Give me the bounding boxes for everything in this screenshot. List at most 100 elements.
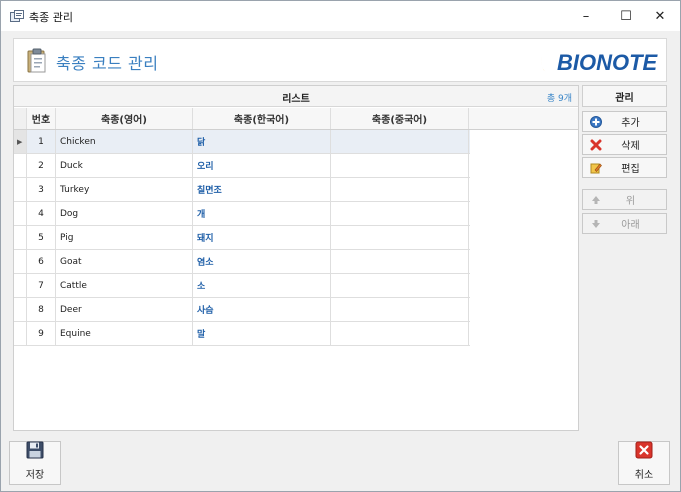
edit-icon (583, 162, 609, 174)
app-icon (10, 10, 24, 22)
cell-korean[interactable]: 칠면조 (193, 178, 331, 201)
clipboard-icon (27, 48, 46, 73)
cell-english[interactable]: Deer (56, 298, 193, 321)
arrow-down-icon (583, 219, 609, 229)
bionote-logo: BIONOTE (540, 49, 659, 75)
cell-english[interactable]: Equine (56, 322, 193, 345)
window: 축종 관리 – ☐ ✕ 축종 코드 관리 BIONOTE 리스트 총 9개 번호… (0, 0, 681, 492)
cell-chinese[interactable] (331, 298, 469, 321)
edit-button[interactable]: 편집 (582, 157, 667, 178)
total-count: 총 9개 (546, 94, 572, 104)
cancel-label: 취소 (634, 470, 654, 481)
move-down-label: 아래 (621, 220, 640, 231)
add-button-label: 추가 (621, 118, 640, 129)
save-label: 저장 (25, 470, 45, 481)
row-selector[interactable]: ▶ (14, 130, 27, 153)
cell-korean[interactable]: 오리 (193, 154, 331, 177)
species-grid: 번호 축종(영어) 축종(한국어) 축종(중국어) ▶ 1 Chicken 닭 … (14, 108, 470, 346)
cell-korean[interactable]: 사슴 (193, 298, 331, 321)
cell-english[interactable]: Goat (56, 250, 193, 273)
delete-button-label: 삭제 (621, 141, 640, 152)
list-panel: 리스트 총 9개 번호 축종(영어) 축종(한국어) 축종(중국어) ▶ 1 C… (13, 85, 579, 431)
row-selector[interactable] (14, 202, 27, 225)
logo-text: BIONOTE (557, 50, 659, 75)
list-header: 리스트 총 9개 (14, 86, 578, 107)
cancel-button[interactable]: 취소 (618, 441, 670, 485)
move-up-label: 위 (625, 196, 636, 207)
cell-english[interactable]: Chicken (56, 130, 193, 153)
manage-title: 관리 (582, 85, 667, 107)
cell-english[interactable]: Turkey (56, 178, 193, 201)
column-header-korean[interactable]: 축종(한국어) (193, 108, 331, 129)
row-selector[interactable] (14, 298, 27, 321)
cell-korean[interactable]: 닭 (193, 130, 331, 153)
cell-chinese[interactable] (331, 130, 469, 153)
cell-number[interactable]: 9 (27, 322, 56, 345)
add-button[interactable]: 추가 (582, 111, 667, 132)
table-row[interactable]: 2 Duck 오리 (14, 154, 470, 178)
move-down-button[interactable]: 아래 (582, 213, 667, 234)
plus-icon (583, 115, 609, 128)
cell-korean[interactable]: 말 (193, 322, 331, 345)
cell-korean[interactable]: 개 (193, 202, 331, 225)
table-row[interactable]: 8 Deer 사슴 (14, 298, 470, 322)
current-row-arrow-icon: ▶ (17, 137, 23, 146)
cell-number[interactable]: 2 (27, 154, 56, 177)
delete-x-icon (583, 139, 609, 151)
list-title: 리스트 (282, 94, 310, 105)
cell-chinese[interactable] (331, 226, 469, 249)
cell-number[interactable]: 4 (27, 202, 56, 225)
minimize-button[interactable]: – (566, 1, 606, 31)
move-up-button[interactable]: 위 (582, 189, 667, 210)
table-row[interactable]: 4 Dog 개 (14, 202, 470, 226)
table-row[interactable]: 6 Goat 염소 (14, 250, 470, 274)
row-selector[interactable] (14, 322, 27, 345)
window-title: 축종 관리 (29, 11, 73, 24)
grid-header-filler (469, 108, 578, 130)
table-row[interactable]: 5 Pig 돼지 (14, 226, 470, 250)
cell-number[interactable]: 3 (27, 178, 56, 201)
column-header-chinese[interactable]: 축종(중국어) (331, 108, 469, 129)
cell-chinese[interactable] (331, 154, 469, 177)
cell-number[interactable]: 1 (27, 130, 56, 153)
cell-number[interactable]: 8 (27, 298, 56, 321)
cell-chinese[interactable] (331, 178, 469, 201)
floppy-disk-icon (26, 441, 44, 462)
cell-number[interactable]: 5 (27, 226, 56, 249)
table-row[interactable]: 9 Equine 말 (14, 322, 470, 346)
row-header-corner (14, 108, 27, 129)
column-header-number[interactable]: 번호 (27, 108, 56, 129)
cell-chinese[interactable] (331, 250, 469, 273)
arrow-up-icon (583, 195, 609, 205)
cell-english[interactable]: Duck (56, 154, 193, 177)
row-selector[interactable] (14, 274, 27, 297)
table-row[interactable]: 3 Turkey 칠면조 (14, 178, 470, 202)
table-row[interactable]: 7 Cattle 소 (14, 274, 470, 298)
cell-chinese[interactable] (331, 322, 469, 345)
page-header: 축종 코드 관리 BIONOTE (13, 38, 667, 82)
cell-korean[interactable]: 돼지 (193, 226, 331, 249)
cell-english[interactable]: Pig (56, 226, 193, 249)
cell-number[interactable]: 6 (27, 250, 56, 273)
footer-bar: 저장 취소 (1, 438, 680, 491)
row-selector[interactable] (14, 226, 27, 249)
column-header-english[interactable]: 축종(영어) (56, 108, 193, 129)
title-bar: 축종 관리 – ☐ ✕ (1, 1, 680, 31)
cell-chinese[interactable] (331, 274, 469, 297)
delete-button[interactable]: 삭제 (582, 134, 667, 155)
cell-chinese[interactable] (331, 202, 469, 225)
save-button[interactable]: 저장 (9, 441, 61, 485)
cell-english[interactable]: Dog (56, 202, 193, 225)
cancel-x-icon (635, 441, 653, 462)
close-button[interactable]: ✕ (640, 1, 680, 31)
cell-korean[interactable]: 염소 (193, 250, 331, 273)
page-title: 축종 코드 관리 (56, 54, 159, 73)
row-selector[interactable] (14, 154, 27, 177)
row-selector[interactable] (14, 250, 27, 273)
cell-english[interactable]: Cattle (56, 274, 193, 297)
row-selector[interactable] (14, 178, 27, 201)
grid-header-row: 번호 축종(영어) 축종(한국어) 축종(중국어) (14, 108, 470, 130)
table-row[interactable]: ▶ 1 Chicken 닭 (14, 130, 470, 154)
cell-korean[interactable]: 소 (193, 274, 331, 297)
cell-number[interactable]: 7 (27, 274, 56, 297)
